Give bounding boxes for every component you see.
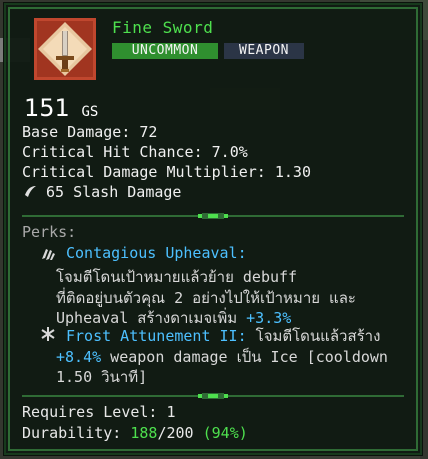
durability-max: /200 [157,424,203,442]
snowflake-icon [40,326,56,342]
stat-crit-multiplier: Critical Damage Multiplier: 1.30 [22,163,311,181]
durability-percent: (94%) [202,424,248,442]
perk2-bonus: +8.4% [56,348,102,366]
item-name: Fine Sword [112,18,214,37]
perk2-desc-line2-text: weapon damage เป็น Ice [cooldown [101,348,388,366]
stat-base-damage: Base Damage: 72 [22,123,158,141]
type-badge: WEAPON [224,43,304,59]
gear-score-value: 151 [24,94,70,122]
perk-name-frost-attunement: Frost Attunement II: [66,327,247,345]
divider-top [22,206,404,219]
stat-slash-damage: 65 Slash Damage [46,183,182,201]
gear-score: 151 GS [24,94,98,122]
requires-level: Requires Level: 1 [22,403,176,421]
claw-icon [40,246,56,262]
divider-bottom [22,386,404,399]
slash-icon [22,183,38,199]
sword-icon [34,18,96,80]
perk2-desc-line1: โจมตีโดนแล้วสร้าง [246,327,381,345]
stat-crit-chance: Critical Hit Chance: 7.0% [22,143,248,161]
durability-current: 188 [130,424,158,442]
perks-label: Perks: [22,223,77,241]
perk-name-contagious-upheaval: Contagious Upheaval: [66,244,247,262]
gear-score-unit: GS [81,104,99,120]
rarity-badge: UNCOMMON [112,43,218,59]
durability-label: Durability: [22,424,131,442]
durability: Durability: 188/200 (94%) [22,424,248,442]
